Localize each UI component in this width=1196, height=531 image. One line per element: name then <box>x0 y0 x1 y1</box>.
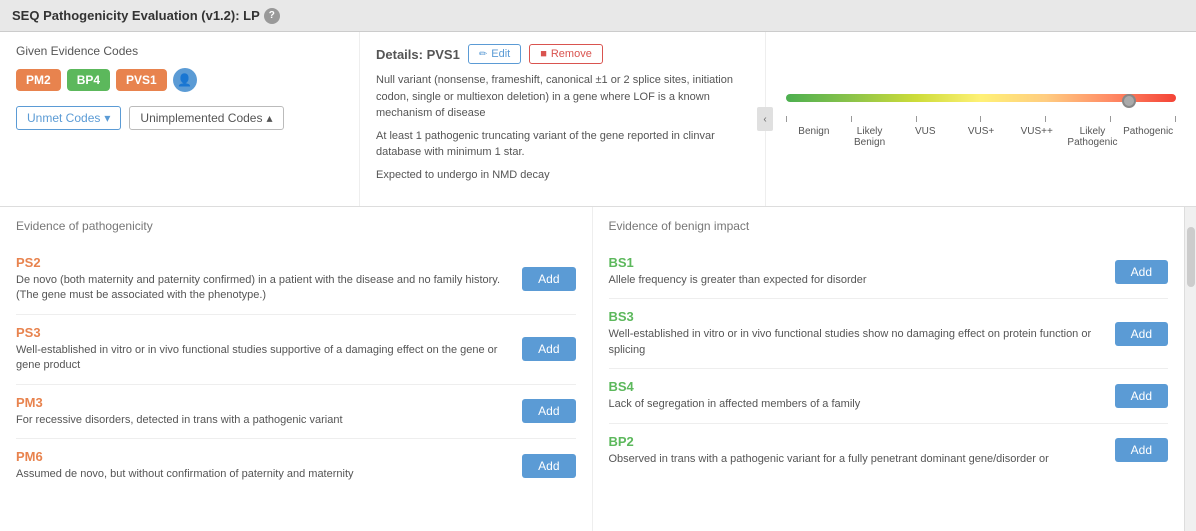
evidence-codes-panel: Given Evidence Codes PM2 BP4 PVS1 👤 Unme… <box>0 32 360 206</box>
details-description: Null variant (nonsense, frameshift, cano… <box>376 72 749 183</box>
add-pm6-button[interactable]: Add <box>522 454 575 478</box>
add-bs1-button[interactable]: Add <box>1115 260 1168 284</box>
codes-row: PM2 BP4 PVS1 👤 <box>16 68 343 92</box>
evidence-content: BP2 Observed in trans with a pathogenic … <box>609 434 1105 467</box>
badge-bp4[interactable]: BP4 <box>67 69 110 91</box>
add-pm3-button[interactable]: Add <box>522 399 575 423</box>
scale-ticks <box>786 116 1176 122</box>
scale-panel: Benign LikelyBenign VUS VUS+ VUS++ Likel… <box>766 32 1196 206</box>
evidence-code-ps3: PS3 <box>16 325 512 340</box>
bottom-section: Evidence of pathogenicity PS2 De novo (b… <box>0 207 1196 531</box>
evidence-desc-bs1: Allele frequency is greater than expecte… <box>609 273 1105 288</box>
label-likely-benign: LikelyBenign <box>842 126 898 148</box>
pencil-icon <box>479 48 487 60</box>
unmet-codes-dropdown[interactable]: Unmet Codes <box>16 106 121 130</box>
evidence-code-bs1: BS1 <box>609 255 1105 270</box>
version-text: (v1.2) <box>198 8 236 23</box>
add-bs3-button[interactable]: Add <box>1115 322 1168 346</box>
evidence-content: PM3 For recessive disorders, detected in… <box>16 395 512 428</box>
tick-5 <box>1045 116 1046 122</box>
evidence-desc-ps3: Well-established in vitro or in vivo fun… <box>16 343 512 374</box>
title-text: SEQ Pathogenicity Evaluation <box>12 8 198 23</box>
benign-section-label: Evidence of benign impact <box>609 219 1169 233</box>
evidence-content: PM6 Assumed de novo, but without confirm… <box>16 449 512 482</box>
evidence-content: BS3 Well-established in vitro or in vivo… <box>609 309 1105 358</box>
label-likely-pathogenic: LikelyPathogenic <box>1065 126 1121 148</box>
scrollbar[interactable] <box>1184 207 1196 531</box>
caret-down-icon <box>104 111 110 125</box>
list-item: PS2 De novo (both maternity and paternit… <box>16 245 576 315</box>
label-benign: Benign <box>786 126 842 148</box>
list-item: BS4 Lack of segregation in affected memb… <box>609 369 1169 423</box>
trash-icon: ■ <box>540 48 547 60</box>
label-vus-plusplus: VUS++ <box>1009 126 1065 148</box>
tick-3 <box>916 116 917 122</box>
label-vus: VUS <box>897 126 953 148</box>
add-bp2-button[interactable]: Add <box>1115 438 1168 462</box>
list-item: BS3 Well-established in vitro or in vivo… <box>609 299 1169 369</box>
evidence-desc-pm3: For recessive disorders, detected in tra… <box>16 413 512 428</box>
scale-labels: Benign LikelyBenign VUS VUS+ VUS++ Likel… <box>786 126 1176 148</box>
evidence-desc-ps2: De novo (both maternity and paternity co… <box>16 273 512 304</box>
top-section: Given Evidence Codes PM2 BP4 PVS1 👤 Unme… <box>0 32 1196 207</box>
label-vus-plus: VUS+ <box>953 126 1009 148</box>
list-item: BS1 Allele frequency is greater than exp… <box>609 245 1169 299</box>
pathogenicity-scale: Benign LikelyBenign VUS VUS+ VUS++ Likel… <box>786 91 1176 148</box>
list-item: BP2 Observed in trans with a pathogenic … <box>609 424 1169 477</box>
app-title: SEQ Pathogenicity Evaluation (v1.2): LP <box>12 8 260 23</box>
scale-handle[interactable] <box>1122 94 1136 108</box>
evidence-desc-bp2: Observed in trans with a pathogenic vari… <box>609 452 1105 467</box>
details-panel: Details: PVS1 Edit ■ Remove Null variant… <box>360 32 766 206</box>
list-item: PM6 Assumed de novo, but without confirm… <box>16 439 576 492</box>
classification-text: : LP <box>235 8 260 23</box>
evidence-content: PS2 De novo (both maternity and paternit… <box>16 255 512 304</box>
evidence-code-bs4: BS4 <box>609 379 1105 394</box>
unimplemented-codes-dropdown[interactable]: Unimplemented Codes <box>129 106 283 130</box>
list-item: PS3 Well-established in vitro or in vivo… <box>16 315 576 385</box>
evidence-code-ps2: PS2 <box>16 255 512 270</box>
evidence-code-pm6: PM6 <box>16 449 512 464</box>
details-title: Details: PVS1 <box>376 47 460 62</box>
details-header: Details: PVS1 Edit ■ Remove <box>376 44 749 64</box>
evidence-desc-bs4: Lack of segregation in affected members … <box>609 397 1105 412</box>
scrollbar-thumb[interactable] <box>1187 227 1195 287</box>
tick-4 <box>980 116 981 122</box>
tick-7 <box>1175 116 1176 122</box>
evidence-content: BS1 Allele frequency is greater than exp… <box>609 255 1105 288</box>
evidence-desc-pm6: Assumed de novo, but without confirmatio… <box>16 467 512 482</box>
evidence-desc-bs3: Well-established in vitro or in vivo fun… <box>609 327 1105 358</box>
pathogenicity-section-label: Evidence of pathogenicity <box>16 219 576 233</box>
badge-pm2[interactable]: PM2 <box>16 69 61 91</box>
tick-2 <box>851 116 852 122</box>
scale-bar <box>786 94 1176 102</box>
evidence-content: PS3 Well-established in vitro or in vivo… <box>16 325 512 374</box>
tick-6 <box>1110 116 1111 122</box>
avatar: 👤 <box>173 68 197 92</box>
evidence-code-pm3: PM3 <box>16 395 512 410</box>
edit-button[interactable]: Edit <box>468 44 521 64</box>
add-ps3-button[interactable]: Add <box>522 337 575 361</box>
help-icon[interactable]: ? <box>264 8 280 24</box>
evidence-content: BS4 Lack of segregation in affected memb… <box>609 379 1105 412</box>
list-item: PM3 For recessive disorders, detected in… <box>16 385 576 439</box>
nav-arrow[interactable]: ‹ <box>757 107 773 131</box>
evidence-benign-panel: Evidence of benign impact BS1 Allele fre… <box>593 207 1185 531</box>
add-bs4-button[interactable]: Add <box>1115 384 1168 408</box>
add-ps2-button[interactable]: Add <box>522 267 575 291</box>
evidence-codes-label: Given Evidence Codes <box>16 44 343 58</box>
evidence-code-bs3: BS3 <box>609 309 1105 324</box>
scale-bar-wrapper <box>786 94 1176 108</box>
label-pathogenic: Pathogenic <box>1120 126 1176 148</box>
caret-up-icon <box>266 111 272 125</box>
tick-1 <box>786 116 787 122</box>
app-header: SEQ Pathogenicity Evaluation (v1.2): LP … <box>0 0 1196 32</box>
badge-pvs1[interactable]: PVS1 <box>116 69 167 91</box>
evidence-code-bp2: BP2 <box>609 434 1105 449</box>
dropdown-row: Unmet Codes Unimplemented Codes <box>16 106 343 130</box>
evidence-pathogenicity-panel: Evidence of pathogenicity PS2 De novo (b… <box>0 207 593 531</box>
remove-button[interactable]: ■ Remove <box>529 44 603 64</box>
